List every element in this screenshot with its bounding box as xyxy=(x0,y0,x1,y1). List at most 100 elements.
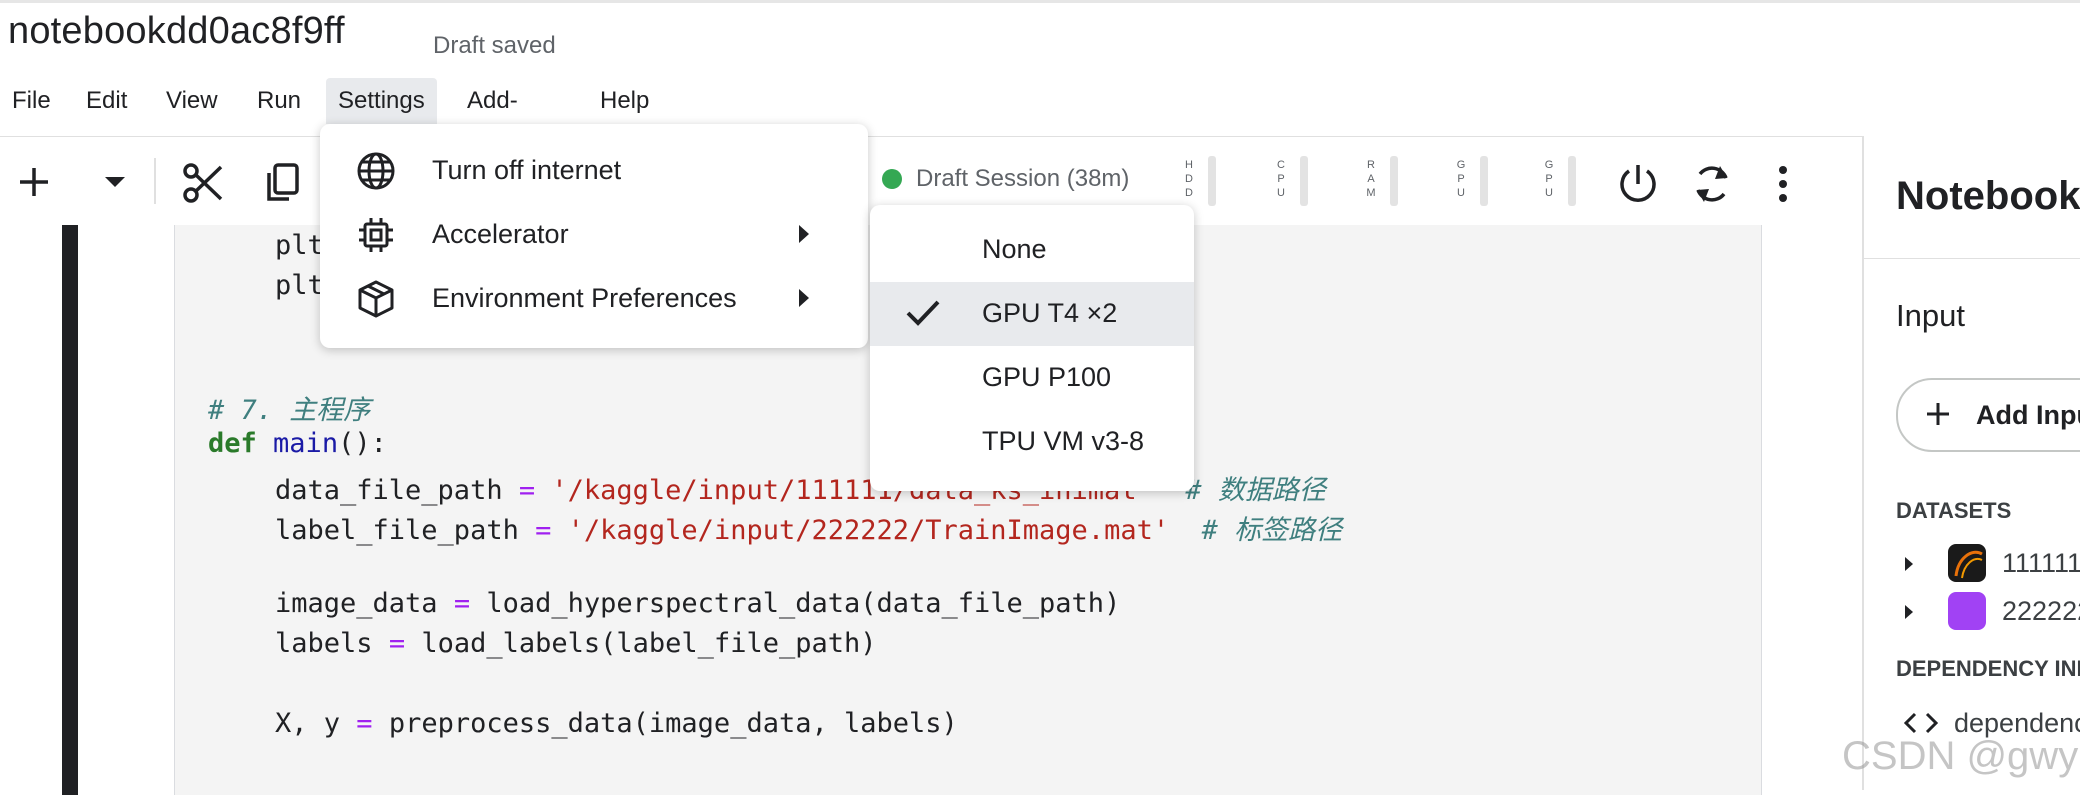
session-status[interactable]: Draft Session (38m) xyxy=(882,165,1129,193)
cpu-meter-label: CPU xyxy=(1277,159,1285,199)
gpu-meter-label: GPU xyxy=(1456,159,1466,199)
watermark: CSDN @gwyb xyxy=(1842,734,2080,778)
settings-menu: Turn off internet Accelerator Environmen… xyxy=(320,124,868,348)
side-panel-title: Notebook xyxy=(1896,174,2080,218)
code-line: image_data = load_hyperspectral_data(dat… xyxy=(275,588,1120,619)
ram-meter[interactable]: RAM xyxy=(1364,152,1412,210)
save-status: Draft saved xyxy=(433,32,556,59)
restart-icon[interactable] xyxy=(1688,160,1736,208)
turn-off-internet-label: Turn off internet xyxy=(432,154,622,185)
plus-icon xyxy=(1924,400,1952,433)
code-variable: X, y xyxy=(275,708,341,739)
accelerator-label: Accelerator xyxy=(432,218,569,249)
accelerator-submenu: None GPU T4 ×2 GPU P100 TPU VM v3-8 xyxy=(870,205,1194,491)
gpu-meter-bar xyxy=(1480,156,1488,206)
hdd-meter[interactable]: HDD xyxy=(1182,152,1230,210)
submenu-arrow-icon xyxy=(798,224,810,249)
code-line: labels = load_labels(label_file_path) xyxy=(275,628,877,659)
session-status-dot xyxy=(882,169,902,189)
menu-run[interactable]: Run xyxy=(245,78,313,124)
dataset-name: 222222 xyxy=(2002,596,2080,626)
add-cell-dropdown-icon[interactable] xyxy=(98,170,132,194)
gpu-memory-meter-bar xyxy=(1568,156,1576,206)
ram-meter-label: RAM xyxy=(1366,159,1376,199)
add-input-label: Add Input xyxy=(1976,400,2080,430)
accelerator-option-label: None xyxy=(982,234,1047,264)
accelerator-option-gpu-t4[interactable]: GPU T4 ×2 xyxy=(870,282,1194,346)
menu-edit[interactable]: Edit xyxy=(74,78,139,124)
dataset-name: 111111 xyxy=(2002,548,2080,578)
side-panel-divider xyxy=(1864,258,2080,259)
more-options-icon[interactable] xyxy=(1766,160,1800,208)
datasets-heading: DATASETS xyxy=(1896,498,2012,523)
toolbar-divider xyxy=(0,136,1862,137)
notebook-title[interactable]: notebookdd0ac8f9ff xyxy=(8,10,345,53)
dataset-thumbnail xyxy=(1948,592,1986,630)
input-heading: Input xyxy=(1896,298,1965,333)
code-variable: labels xyxy=(275,628,373,659)
code-operator: = xyxy=(518,475,536,506)
hdd-meter-label: HDD xyxy=(1185,159,1193,199)
code-operator: = xyxy=(453,588,471,619)
code-string: '/kaggle/input/222222/TrainImage.mat' xyxy=(567,515,1170,546)
code-comment: # 7. 主程序 xyxy=(208,395,371,426)
cube-icon xyxy=(356,279,396,319)
chip-icon xyxy=(356,215,396,255)
accelerator-option-none[interactable]: None xyxy=(870,218,1194,282)
accelerator-option-gpu-p100[interactable]: GPU P100 xyxy=(870,346,1194,410)
dataset-thumbnail xyxy=(1948,544,1986,582)
environment-preferences-label: Environment Preferences xyxy=(432,282,737,313)
code-operator: = xyxy=(388,628,406,659)
environment-preferences-item[interactable]: Environment Preferences xyxy=(320,266,868,330)
code-function-name: main xyxy=(273,428,339,459)
copy-icon[interactable] xyxy=(262,160,302,206)
code-variable: label_file_path xyxy=(275,515,519,546)
cpu-meter[interactable]: CPU xyxy=(1274,152,1322,210)
code-line: plt xyxy=(275,270,324,301)
code-comment: # 数据路径 xyxy=(1185,475,1326,506)
code-keyword: def xyxy=(208,428,257,459)
code-line: plt xyxy=(275,230,324,261)
code-line: label_file_path = '/kaggle/input/222222/… xyxy=(275,508,1342,547)
add-cell-icon[interactable] xyxy=(14,162,54,202)
menu-file[interactable]: File xyxy=(0,78,63,124)
accelerator-option-tpu[interactable]: TPU VM v3-8 xyxy=(870,410,1194,474)
cpu-meter-bar xyxy=(1300,156,1308,206)
turn-off-internet-item[interactable]: Turn off internet xyxy=(320,138,868,202)
cell-focus-bar xyxy=(62,225,78,795)
menu-addons[interactable]: Add-ons xyxy=(455,78,530,160)
add-input-button[interactable]: Add Input xyxy=(1896,378,2080,452)
top-border xyxy=(0,0,2080,3)
expand-caret-icon xyxy=(1904,604,1914,625)
checkmark-icon xyxy=(906,298,940,333)
code-operator: = xyxy=(535,515,552,546)
menu-view[interactable]: View xyxy=(154,78,230,124)
code-variable: image_data xyxy=(275,588,438,619)
accelerator-item[interactable]: Accelerator xyxy=(320,202,868,266)
code-call: preprocess_data(image_data, labels) xyxy=(388,708,958,739)
code-line: def main(): xyxy=(208,428,387,459)
code-operator: = xyxy=(356,708,373,739)
submenu-arrow-icon xyxy=(798,288,810,313)
dependency-inputs-heading: DEPENDENCY INPUTS xyxy=(1896,656,2080,681)
code-call: load_hyperspectral_data(data_file_path) xyxy=(486,588,1121,619)
expand-caret-icon xyxy=(1904,556,1914,577)
globe-icon xyxy=(356,151,396,191)
toolbar-separator xyxy=(154,158,156,204)
gpu-meter[interactable]: GPU xyxy=(1454,152,1502,210)
code-comment: # 标签路径 xyxy=(1201,515,1343,546)
accelerator-option-label: TPU VM v3-8 xyxy=(982,426,1145,456)
hdd-meter-bar xyxy=(1208,156,1216,206)
power-icon[interactable] xyxy=(1614,160,1662,208)
accelerator-option-label: GPU T4 ×2 xyxy=(982,298,1118,328)
code-call: load_labels(label_file_path) xyxy=(421,628,877,659)
code-variable: data_file_path xyxy=(275,475,503,506)
ram-meter-bar xyxy=(1390,156,1398,206)
menu-help[interactable]: Help xyxy=(588,78,661,124)
gpu-memory-meter[interactable]: GPU xyxy=(1542,152,1590,210)
menu-settings[interactable]: Settings xyxy=(326,78,437,124)
code-line: X, y = preprocess_data(image_data, label… xyxy=(275,708,958,739)
accelerator-option-label: GPU P100 xyxy=(982,362,1112,392)
session-label: Draft Session (38m) xyxy=(916,165,1130,192)
cut-icon[interactable] xyxy=(180,160,226,206)
